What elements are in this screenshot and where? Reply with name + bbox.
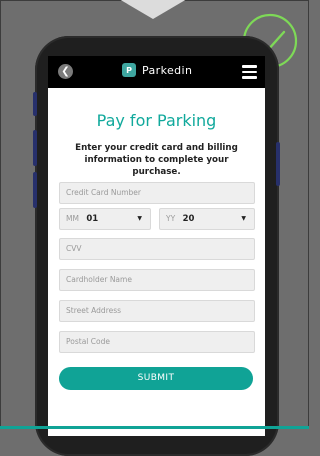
month-label: MM	[66, 214, 79, 223]
top-notch-decoration	[119, 0, 187, 19]
phone-side-button	[33, 172, 37, 208]
month-value: 01	[86, 214, 99, 224]
phone-side-button	[276, 142, 280, 186]
back-button[interactable]: ❮	[58, 64, 73, 79]
svg-text:P: P	[126, 66, 132, 75]
cardholder-placeholder: Cardholder Name	[66, 275, 132, 284]
street-placeholder: Street Address	[66, 306, 122, 315]
page-title: Pay for Parking	[96, 111, 217, 130]
hamburger-menu-icon[interactable]	[242, 65, 257, 79]
parking-p-icon: P	[122, 63, 136, 77]
card-number-placeholder: Credit Card Number	[66, 188, 141, 197]
submit-button[interactable]: SUBMIT	[59, 367, 253, 390]
postal-code-field[interactable]: Postal Code	[59, 331, 255, 353]
street-address-field[interactable]: Street Address	[59, 300, 255, 322]
brand: P Parkedin	[122, 63, 192, 77]
cardholder-name-field[interactable]: Cardholder Name	[59, 269, 255, 291]
card-number-field[interactable]: Credit Card Number	[59, 182, 255, 204]
year-label: YY	[166, 214, 176, 223]
postal-placeholder: Postal Code	[66, 337, 110, 346]
caret-down-icon: ▼	[241, 215, 246, 222]
cvv-field[interactable]: CVV	[59, 238, 255, 260]
app-header: ❮ P Parkedin	[48, 56, 265, 88]
year-value: 20	[182, 214, 195, 224]
phone-side-button	[33, 92, 37, 116]
month-select[interactable]: MM 01 ▼	[59, 208, 151, 230]
phone-side-button	[33, 130, 37, 166]
year-select[interactable]: YY 20 ▼	[159, 208, 255, 230]
phone-screen: ❮ P Parkedin Pay for Parking Enter your …	[48, 56, 265, 436]
app-name: Parkedin	[142, 63, 193, 77]
chevron-left-icon: ❮	[61, 66, 70, 77]
cvv-placeholder: CVV	[66, 244, 82, 253]
caret-down-icon: ▼	[137, 215, 142, 222]
page-subtitle: Enter your credit card and billing infor…	[75, 143, 238, 177]
